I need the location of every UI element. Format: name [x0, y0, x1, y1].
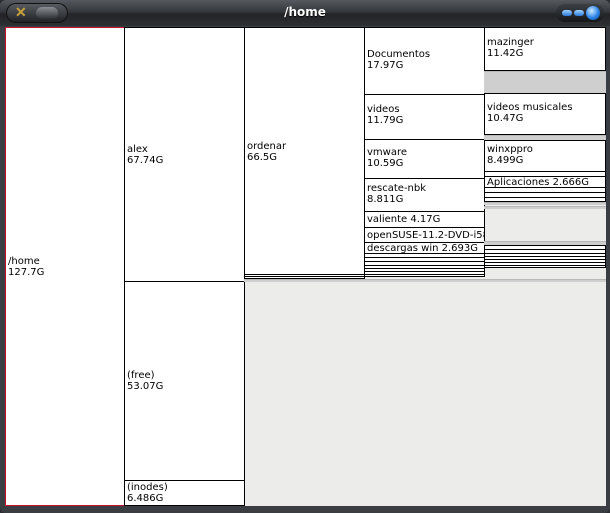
treemap-node-home[interactable]: /home 127.7G	[5, 27, 125, 506]
treemap-free-area	[484, 71, 606, 93]
treemap-node-opensuse[interactable]: openSUSE-11.2-DVD-i586	[364, 227, 485, 243]
node-size: 10.59G	[367, 158, 404, 169]
node-name: alex	[127, 144, 148, 155]
node-size: 10.47G	[487, 113, 524, 124]
node-name: videos musicales	[487, 102, 573, 113]
node-name: ordenar	[247, 141, 287, 152]
minimize-button[interactable]	[562, 10, 572, 16]
title-bar[interactable]: ✕ /home	[0, 0, 610, 26]
node-size: 127.7G	[8, 267, 45, 278]
node-name: videos	[367, 104, 400, 115]
node-size: 17.97G	[367, 60, 404, 71]
node-size: 8.499G	[487, 155, 524, 166]
node-name: mazinger	[487, 37, 534, 48]
treemap-node-mazinger[interactable]: mazinger 11.42G	[484, 27, 606, 71]
treemap-node-valiente[interactable]: valiente 4.17G	[364, 211, 485, 228]
treemap-node-small[interactable]	[484, 265, 606, 268]
treemap-node-small[interactable]	[364, 274, 485, 277]
treemap-free-area	[484, 202, 606, 205]
node-name: winxppro	[487, 144, 533, 155]
treemap-node-documentos[interactable]: Documentos 17.97G	[364, 27, 485, 95]
node-name: vmware	[367, 147, 408, 158]
node-name: rescate-nbk	[367, 183, 427, 194]
treemap-free-area	[484, 206, 606, 209]
node-size: 67.74G	[127, 155, 164, 166]
node-size: 53.07G	[127, 381, 164, 392]
treemap-node-winxppro[interactable]: winxppro 8.499G	[484, 140, 606, 172]
treemap-node-ordenar[interactable]: ordenar 66.5G	[244, 27, 365, 275]
treemap-node-free[interactable]: (free) 53.07G	[124, 281, 245, 481]
app-window: ✕ /home /home 127.7G alex 67.74G (free) …	[0, 0, 610, 513]
node-name: (inodes)	[127, 482, 168, 493]
node-size: 11.79G	[367, 115, 404, 126]
close-button[interactable]	[586, 6, 600, 20]
treemap-canvas[interactable]: /home 127.7G alex 67.74G (free) 53.07G (…	[5, 27, 606, 506]
treemap-node-alex[interactable]: alex 67.74G	[124, 27, 245, 282]
treemap-node-videos-musicales[interactable]: videos musicales 10.47G	[484, 93, 606, 135]
window-controls	[556, 4, 604, 22]
node-name: Documentos	[367, 49, 431, 60]
node-size: 11.42G	[487, 48, 524, 59]
maximize-button[interactable]	[574, 10, 584, 16]
node-name: /home	[8, 256, 40, 267]
treemap-node-vmware[interactable]: vmware 10.59G	[364, 139, 485, 179]
node-label: openSUSE-11.2-DVD-i586	[367, 230, 485, 241]
treemap-node-rescate[interactable]: rescate-nbk 8.811G	[364, 178, 485, 212]
node-size: 8.811G	[367, 194, 404, 205]
treemap-free-area	[244, 279, 606, 282]
window-title: /home	[284, 5, 326, 19]
node-size: 6.486G	[127, 493, 164, 504]
treemap-node-inodes[interactable]: (inodes) 6.486G	[124, 480, 245, 506]
node-name: (free)	[127, 370, 155, 381]
treemap-node-videos[interactable]: videos 11.79G	[364, 94, 485, 140]
node-size: 66.5G	[247, 152, 278, 163]
node-label: valiente 4.17G	[367, 214, 441, 225]
